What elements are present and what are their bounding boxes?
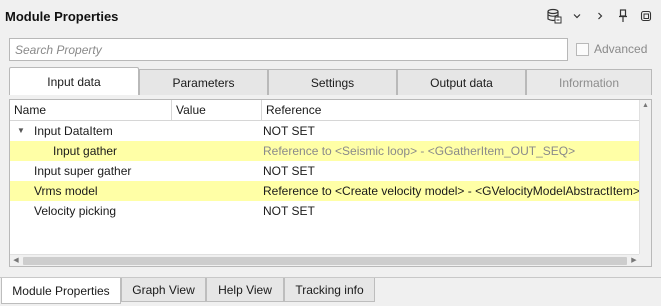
scroll-up-icon[interactable]: ▲	[640, 100, 651, 112]
database-icon[interactable]	[545, 8, 563, 24]
advanced-label: Advanced	[594, 42, 648, 56]
property-tree: Name Value Reference ▼ Input DataItem NO…	[9, 99, 652, 267]
table-row[interactable]: ▼ Input DataItem NOT SET	[10, 121, 640, 141]
row-name: Input DataItem	[34, 124, 113, 138]
expand-arrow-icon[interactable]: ▼	[17, 121, 25, 141]
tab-graph-view[interactable]: Graph View	[121, 278, 206, 302]
tab-help-view[interactable]: Help View	[206, 278, 284, 302]
tab-input-data[interactable]: Input data	[9, 67, 139, 95]
tab-parameters[interactable]: Parameters	[139, 69, 268, 95]
table-row[interactable]: Vrms model Reference to <Create velocity…	[10, 181, 640, 201]
row-name: Vrms model	[34, 184, 98, 198]
table-row[interactable]: Input super gather NOT SET	[10, 161, 640, 181]
bottom-tab-bar: Module Properties Graph View Help View T…	[0, 277, 661, 306]
pin-icon[interactable]	[614, 8, 632, 24]
restore-window-icon[interactable]	[637, 8, 655, 24]
advanced-checkbox[interactable]	[576, 42, 589, 56]
window-title: Module Properties	[5, 9, 119, 24]
table-row[interactable]: Input gather Reference to <Seismic loop>…	[10, 141, 640, 161]
row-reference: NOT SET	[263, 204, 315, 218]
row-reference: Reference to <Seismic loop> - <GGatherIt…	[263, 144, 576, 158]
row-name: Input super gather	[34, 164, 132, 178]
scrollbar-corner	[639, 254, 651, 266]
chevron-down-icon[interactable]	[568, 8, 586, 24]
tab-tracking-info[interactable]: Tracking info	[284, 278, 375, 302]
search-input[interactable]	[9, 38, 568, 61]
row-name: Velocity picking	[34, 204, 117, 218]
tree-header: Name Value Reference	[10, 100, 651, 121]
column-header-name[interactable]: Name	[10, 100, 172, 121]
vertical-scrollbar[interactable]: ▲ ▼	[639, 100, 651, 266]
tab-information: Information	[526, 69, 652, 95]
scroll-left-icon[interactable]: ◀	[10, 255, 22, 266]
horizontal-scrollbar[interactable]: ◀ ▶	[10, 254, 640, 266]
tab-output-data[interactable]: Output data	[397, 69, 526, 95]
chevron-right-icon[interactable]	[591, 8, 609, 24]
horizontal-scroll-thumb[interactable]	[23, 257, 627, 265]
tab-module-properties[interactable]: Module Properties	[1, 278, 121, 304]
column-header-reference[interactable]: Reference	[262, 100, 640, 121]
row-reference: NOT SET	[263, 124, 315, 138]
title-bar: Module Properties	[0, 0, 661, 32]
tab-settings[interactable]: Settings	[268, 69, 397, 95]
title-bar-icons	[540, 8, 655, 24]
row-reference: Reference to <Create velocity model> - <…	[263, 184, 640, 198]
table-row[interactable]: Velocity picking NOT SET	[10, 201, 640, 221]
advanced-toggle[interactable]: Advanced	[576, 42, 647, 56]
row-name: Input gather	[53, 144, 118, 158]
column-header-value[interactable]: Value	[172, 100, 262, 121]
row-reference: NOT SET	[263, 164, 315, 178]
